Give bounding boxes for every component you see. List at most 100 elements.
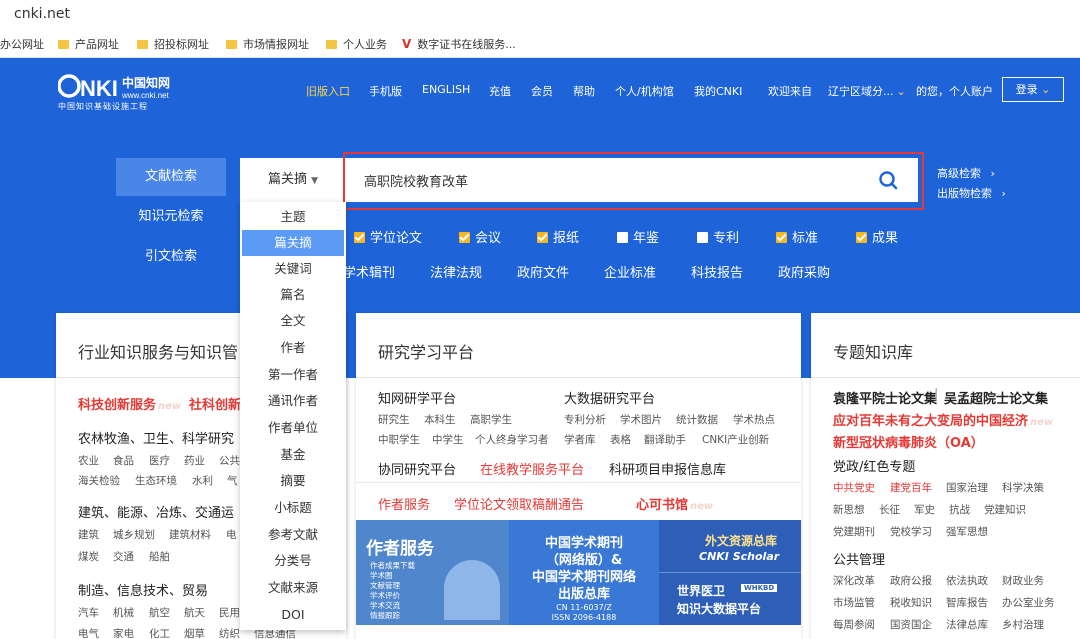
xinke-library-link[interactable]: 心可书馆 new <box>636 494 713 513</box>
topic-link[interactable]: 新型冠状病毒肺炎（OA） <box>833 432 984 451</box>
industry-link[interactable]: 电气 <box>78 626 99 639</box>
nav-help[interactable]: 帮助 <box>573 83 595 99</box>
subtype-gov-docs[interactable]: 政府文件 <box>517 262 569 281</box>
industry-link[interactable]: 化工 <box>149 626 170 639</box>
subtype-academic-series[interactable]: 学术辑刊 <box>343 262 395 281</box>
topic-sub-link[interactable]: 党校学习 <box>890 524 932 539</box>
topic-sub-link[interactable]: 中共党史 <box>833 480 875 495</box>
topic-sub-link[interactable]: 乡村治理 <box>1002 617 1044 632</box>
thesis-royalty-link[interactable]: 学位论文领取稿酬通告 <box>454 494 584 513</box>
journal-database-banner[interactable]: 中国学术期刊 （网络版）& 中国学术期刊网络 出版总库 CN 11-6037/Z… <box>509 520 659 625</box>
nav-mobile[interactable]: 手机版 <box>369 83 402 99</box>
checkbox-patent[interactable]: 专利 <box>697 227 739 246</box>
topic-sub-link[interactable]: 法律总库 <box>946 617 988 632</box>
checkbox-newspaper[interactable]: 报纸 <box>537 227 579 246</box>
platform-sub-link[interactable]: 学术热点 <box>733 412 775 427</box>
checkbox-conference[interactable]: 会议 <box>459 227 501 246</box>
platform-link[interactable]: 知网研学平台 <box>378 388 456 407</box>
industry-link[interactable]: 航空 <box>149 605 170 620</box>
publication-search-link[interactable]: 出版物检索 › <box>937 185 1006 201</box>
checkbox-yearbook[interactable]: 年鉴 <box>617 227 659 246</box>
topic-sub-link[interactable]: 智库报告 <box>946 595 988 610</box>
topic-sub-link[interactable]: 税收知识 <box>890 595 932 610</box>
platform-sub-link[interactable]: 本科生 <box>424 412 456 427</box>
platform-sub-link[interactable]: 翻译助手 <box>644 432 686 447</box>
industry-link[interactable]: 食品 <box>113 453 134 468</box>
foreign-resource-banner[interactable]: 外文资源总库 CNKI Scholar 世界医卫 WHKBD 知识大数据平台 <box>659 520 801 625</box>
dropdown-option[interactable]: 通讯作者 <box>240 388 346 414</box>
industry-link[interactable]: 水利 <box>192 473 213 488</box>
dropdown-option-selected[interactable]: 篇关摘 <box>242 230 344 256</box>
dropdown-option[interactable]: 作者 <box>240 335 346 361</box>
industry-link[interactable]: 药业 <box>184 453 205 468</box>
topic-sub-link[interactable]: 科学决策 <box>1002 480 1044 495</box>
industry-link[interactable]: 医疗 <box>149 453 170 468</box>
industry-link[interactable]: 船舶 <box>149 549 170 564</box>
checkbox-achievement[interactable]: 成果 <box>856 227 898 246</box>
dropdown-option[interactable]: 摘要 <box>240 468 346 494</box>
platform-sub-link[interactable]: 个人终身学习者 <box>475 432 549 447</box>
dropdown-option[interactable]: 第一作者 <box>240 362 346 388</box>
industry-link[interactable]: 电 <box>226 527 237 542</box>
nav-english[interactable]: ENGLISH <box>422 83 470 96</box>
bookmark-item[interactable]: V 数字证书在线服务... <box>402 36 516 52</box>
industry-link[interactable]: 航天 <box>184 605 205 620</box>
industry-link[interactable]: 气 <box>227 473 238 488</box>
platform-sub-link[interactable]: 学术图片 <box>620 412 662 427</box>
tab-knowledge-search[interactable]: 知识元检索 <box>116 198 226 236</box>
platform-sub-link[interactable]: 表格 <box>610 432 631 447</box>
dropdown-option[interactable]: DOI <box>240 602 346 628</box>
bookmark-item[interactable]: 招投标网址 <box>137 36 209 52</box>
topic-link[interactable]: 吴孟超院士论文集 <box>944 388 1048 407</box>
section-title[interactable]: 党政/红色专题 <box>833 456 915 475</box>
dropdown-option[interactable]: 基金 <box>240 442 346 468</box>
tech-innovation-link[interactable]: 科技创新服务 new <box>78 394 181 413</box>
nav-old-entry[interactable]: 旧版入口 <box>306 83 350 99</box>
subtype-laws[interactable]: 法律法规 <box>430 262 482 281</box>
platform-sub-link[interactable]: 统计数据 <box>676 412 718 427</box>
author-service-banner[interactable]: 作者服务 作者成果下载 学术圈 文献管理 学术评价 学术交流 情报跟踪 <box>356 520 509 625</box>
dropdown-option[interactable]: 作者单位 <box>240 415 346 441</box>
platform-sub-link[interactable]: 学者库 <box>564 432 596 447</box>
topic-sub-link[interactable]: 财政业务 <box>1002 573 1044 588</box>
search-icon[interactable] <box>868 163 908 197</box>
section-title[interactable]: 公共管理 <box>833 549 885 568</box>
topic-sub-link[interactable]: 军史 <box>914 502 935 517</box>
group-title[interactable]: 建筑、能源、冶炼、交通运 <box>78 502 234 521</box>
topic-link[interactable]: 袁隆平院士论文集 <box>833 388 937 407</box>
subtype-tech-report[interactable]: 科技报告 <box>691 262 743 281</box>
bookmark-item[interactable]: 个人业务 <box>326 36 387 52</box>
nav-my-cnki[interactable]: 我的CNKI <box>694 83 742 99</box>
industry-link[interactable]: 生态环境 <box>135 473 177 488</box>
platform-sub-link[interactable]: 中职学生 <box>378 432 420 447</box>
search-input[interactable] <box>346 158 918 202</box>
platform-sub-link[interactable]: 高职学生 <box>470 412 512 427</box>
dropdown-option[interactable]: 主题 <box>240 204 346 230</box>
dropdown-option[interactable]: 参考文献 <box>240 522 346 548</box>
advanced-search-link[interactable]: 高级检索 › <box>937 165 995 181</box>
topic-sub-link[interactable]: 办公室业务 <box>1002 595 1055 610</box>
platform-sub-link[interactable]: 专利分析 <box>564 412 606 427</box>
topic-sub-link[interactable]: 新思想 <box>833 502 865 517</box>
topic-sub-link[interactable]: 建党百年 <box>890 480 932 495</box>
topic-sub-link[interactable]: 市场监管 <box>833 595 875 610</box>
platform-sub-link[interactable]: 研究生 <box>378 412 410 427</box>
subtype-enterprise-standard[interactable]: 企业标准 <box>604 262 656 281</box>
industry-link[interactable]: 煤炭 <box>78 549 99 564</box>
group-title[interactable]: 农林牧渔、卫生、科学研究 <box>78 428 234 447</box>
topic-sub-link[interactable]: 每周参阅 <box>833 617 875 632</box>
dropdown-option[interactable]: 关键词 <box>240 256 346 282</box>
search-scope-select[interactable]: 篇关摘 ▼ <box>240 158 346 202</box>
region-select[interactable]: 辽宁区域分... ⌄ <box>828 83 906 99</box>
dropdown-option[interactable]: 篇名 <box>240 282 346 308</box>
platform-link[interactable]: 大数据研究平台 <box>564 388 655 407</box>
dropdown-option[interactable]: 全文 <box>240 308 346 334</box>
nav-member[interactable]: 会员 <box>531 83 553 99</box>
author-service-link[interactable]: 作者服务 <box>378 494 430 513</box>
topic-sub-link[interactable]: 长征 <box>879 502 900 517</box>
platform-link[interactable]: 在线教学服务平台 <box>480 459 584 478</box>
topic-sub-link[interactable]: 政府公报 <box>890 573 932 588</box>
subtype-gov-procurement[interactable]: 政府采购 <box>778 262 830 281</box>
bookmark-item[interactable]: 市场情报网址 <box>226 36 309 52</box>
platform-sub-link[interactable]: CNKI产业创新 <box>702 432 769 447</box>
